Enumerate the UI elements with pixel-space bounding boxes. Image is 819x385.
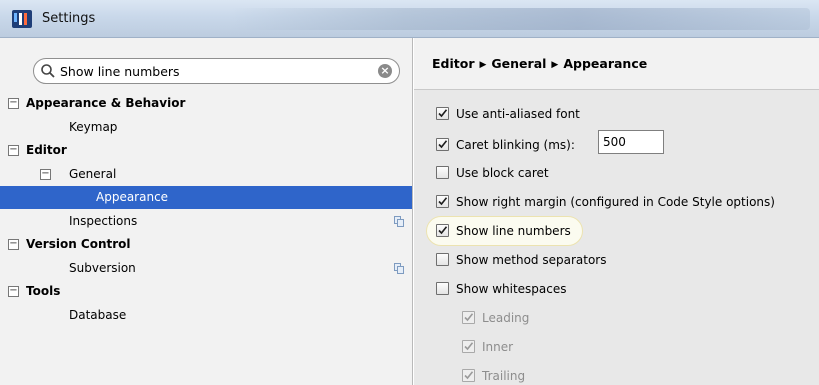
option-label: Show right margin (configured in Code St…	[456, 195, 775, 209]
collapse-toggle-icon[interactable]: −	[8, 98, 19, 109]
option-label: Trailing	[482, 369, 526, 383]
intellij-app-icon	[12, 10, 32, 28]
collapse-toggle-icon[interactable]: −	[8, 145, 19, 156]
tree-item-keymap[interactable]: Keymap	[0, 116, 412, 139]
checkbox-checked-icon[interactable]	[436, 138, 449, 151]
checkbox-checked-icon	[462, 311, 475, 324]
search-box[interactable]: ×	[33, 58, 400, 84]
breadcrumb: Editor ▶ General ▶ Appearance	[432, 56, 647, 71]
checkbox-checked-icon[interactable]	[436, 195, 449, 208]
option-label: Caret blinking (ms):	[456, 138, 575, 152]
option-label: Show whitespaces	[456, 282, 567, 296]
settings-content-panel: Editor ▶ General ▶ Appearance Use anti-alias…	[414, 38, 819, 385]
clear-search-icon[interactable]: ×	[378, 64, 392, 78]
title-bar: Settings	[0, 0, 819, 38]
option-label: Leading	[482, 311, 530, 325]
collapse-toggle-icon[interactable]: −	[8, 239, 19, 250]
search-input[interactable]	[60, 62, 360, 80]
checkbox-checked-icon[interactable]	[436, 107, 449, 120]
breadcrumb-item-editor: Editor	[432, 56, 475, 71]
tree-item-subversion[interactable]: Subversion	[0, 257, 412, 280]
settings-tree-panel: × −Appearance & BehaviorKeymap−Editor−Ge…	[0, 38, 413, 385]
option-label: Show method separators	[456, 253, 607, 267]
tree-item-label: Editor	[26, 143, 67, 157]
tree-item-database[interactable]: Database	[0, 304, 412, 327]
checkbox-checked-icon	[462, 369, 475, 382]
tree-item-label: Appearance	[96, 190, 169, 204]
collapse-toggle-icon[interactable]: −	[40, 169, 51, 180]
title-bar-background-blur	[230, 8, 810, 30]
breadcrumb-item-appearance: Appearance	[563, 56, 648, 71]
tree-item-label: Appearance & Behavior	[26, 96, 186, 110]
tree-item-tools[interactable]: − Tools	[0, 280, 412, 303]
breadcrumb-header: Editor ▶ General ▶ Appearance	[414, 38, 819, 90]
option-label: Inner	[482, 340, 514, 354]
breadcrumb-item-general: General	[491, 56, 547, 71]
option-label: Show line numbers	[456, 224, 571, 238]
tree-item-editor[interactable]: − Editor	[0, 139, 412, 162]
checkbox-checked-icon[interactable]	[436, 224, 449, 237]
project-settings-icon	[394, 216, 404, 227]
tree-item-appearance-behavior[interactable]: − Appearance & Behavior	[0, 92, 412, 115]
tree-item-label: Keymap	[69, 120, 118, 134]
checkbox-checked-icon	[462, 340, 475, 353]
collapse-toggle-icon[interactable]: −	[8, 286, 19, 297]
tree-item-label: Database	[69, 308, 127, 322]
checkbox-unchecked-icon[interactable]	[436, 253, 449, 266]
tree-item-appearance[interactable]: Appearance	[0, 186, 412, 209]
caret-blinking-ms-input[interactable]	[598, 130, 664, 154]
checkbox-unchecked-icon[interactable]	[436, 166, 449, 179]
checkbox-unchecked-icon[interactable]	[436, 282, 449, 295]
tree-item-version-control[interactable]: − Version Control	[0, 233, 412, 256]
breadcrumb-separator-icon: ▶	[551, 60, 559, 70]
tree-item-label: Tools	[26, 284, 61, 298]
project-settings-icon	[394, 263, 404, 274]
tree-item-label: Inspections	[69, 214, 138, 228]
tree-item-label: Subversion	[69, 261, 136, 275]
tree-item-general[interactable]: − General	[0, 163, 412, 186]
search-icon	[41, 64, 55, 78]
option-label: Use anti-aliased font	[456, 107, 580, 121]
breadcrumb-separator-icon: ▶	[479, 60, 487, 70]
tree-item-label: Version Control	[26, 237, 131, 251]
window-title: Settings	[42, 11, 96, 26]
option-label: Use block caret	[456, 166, 549, 180]
tree-item-label: General	[69, 167, 117, 181]
tree-item-inspections[interactable]: Inspections	[0, 210, 412, 233]
